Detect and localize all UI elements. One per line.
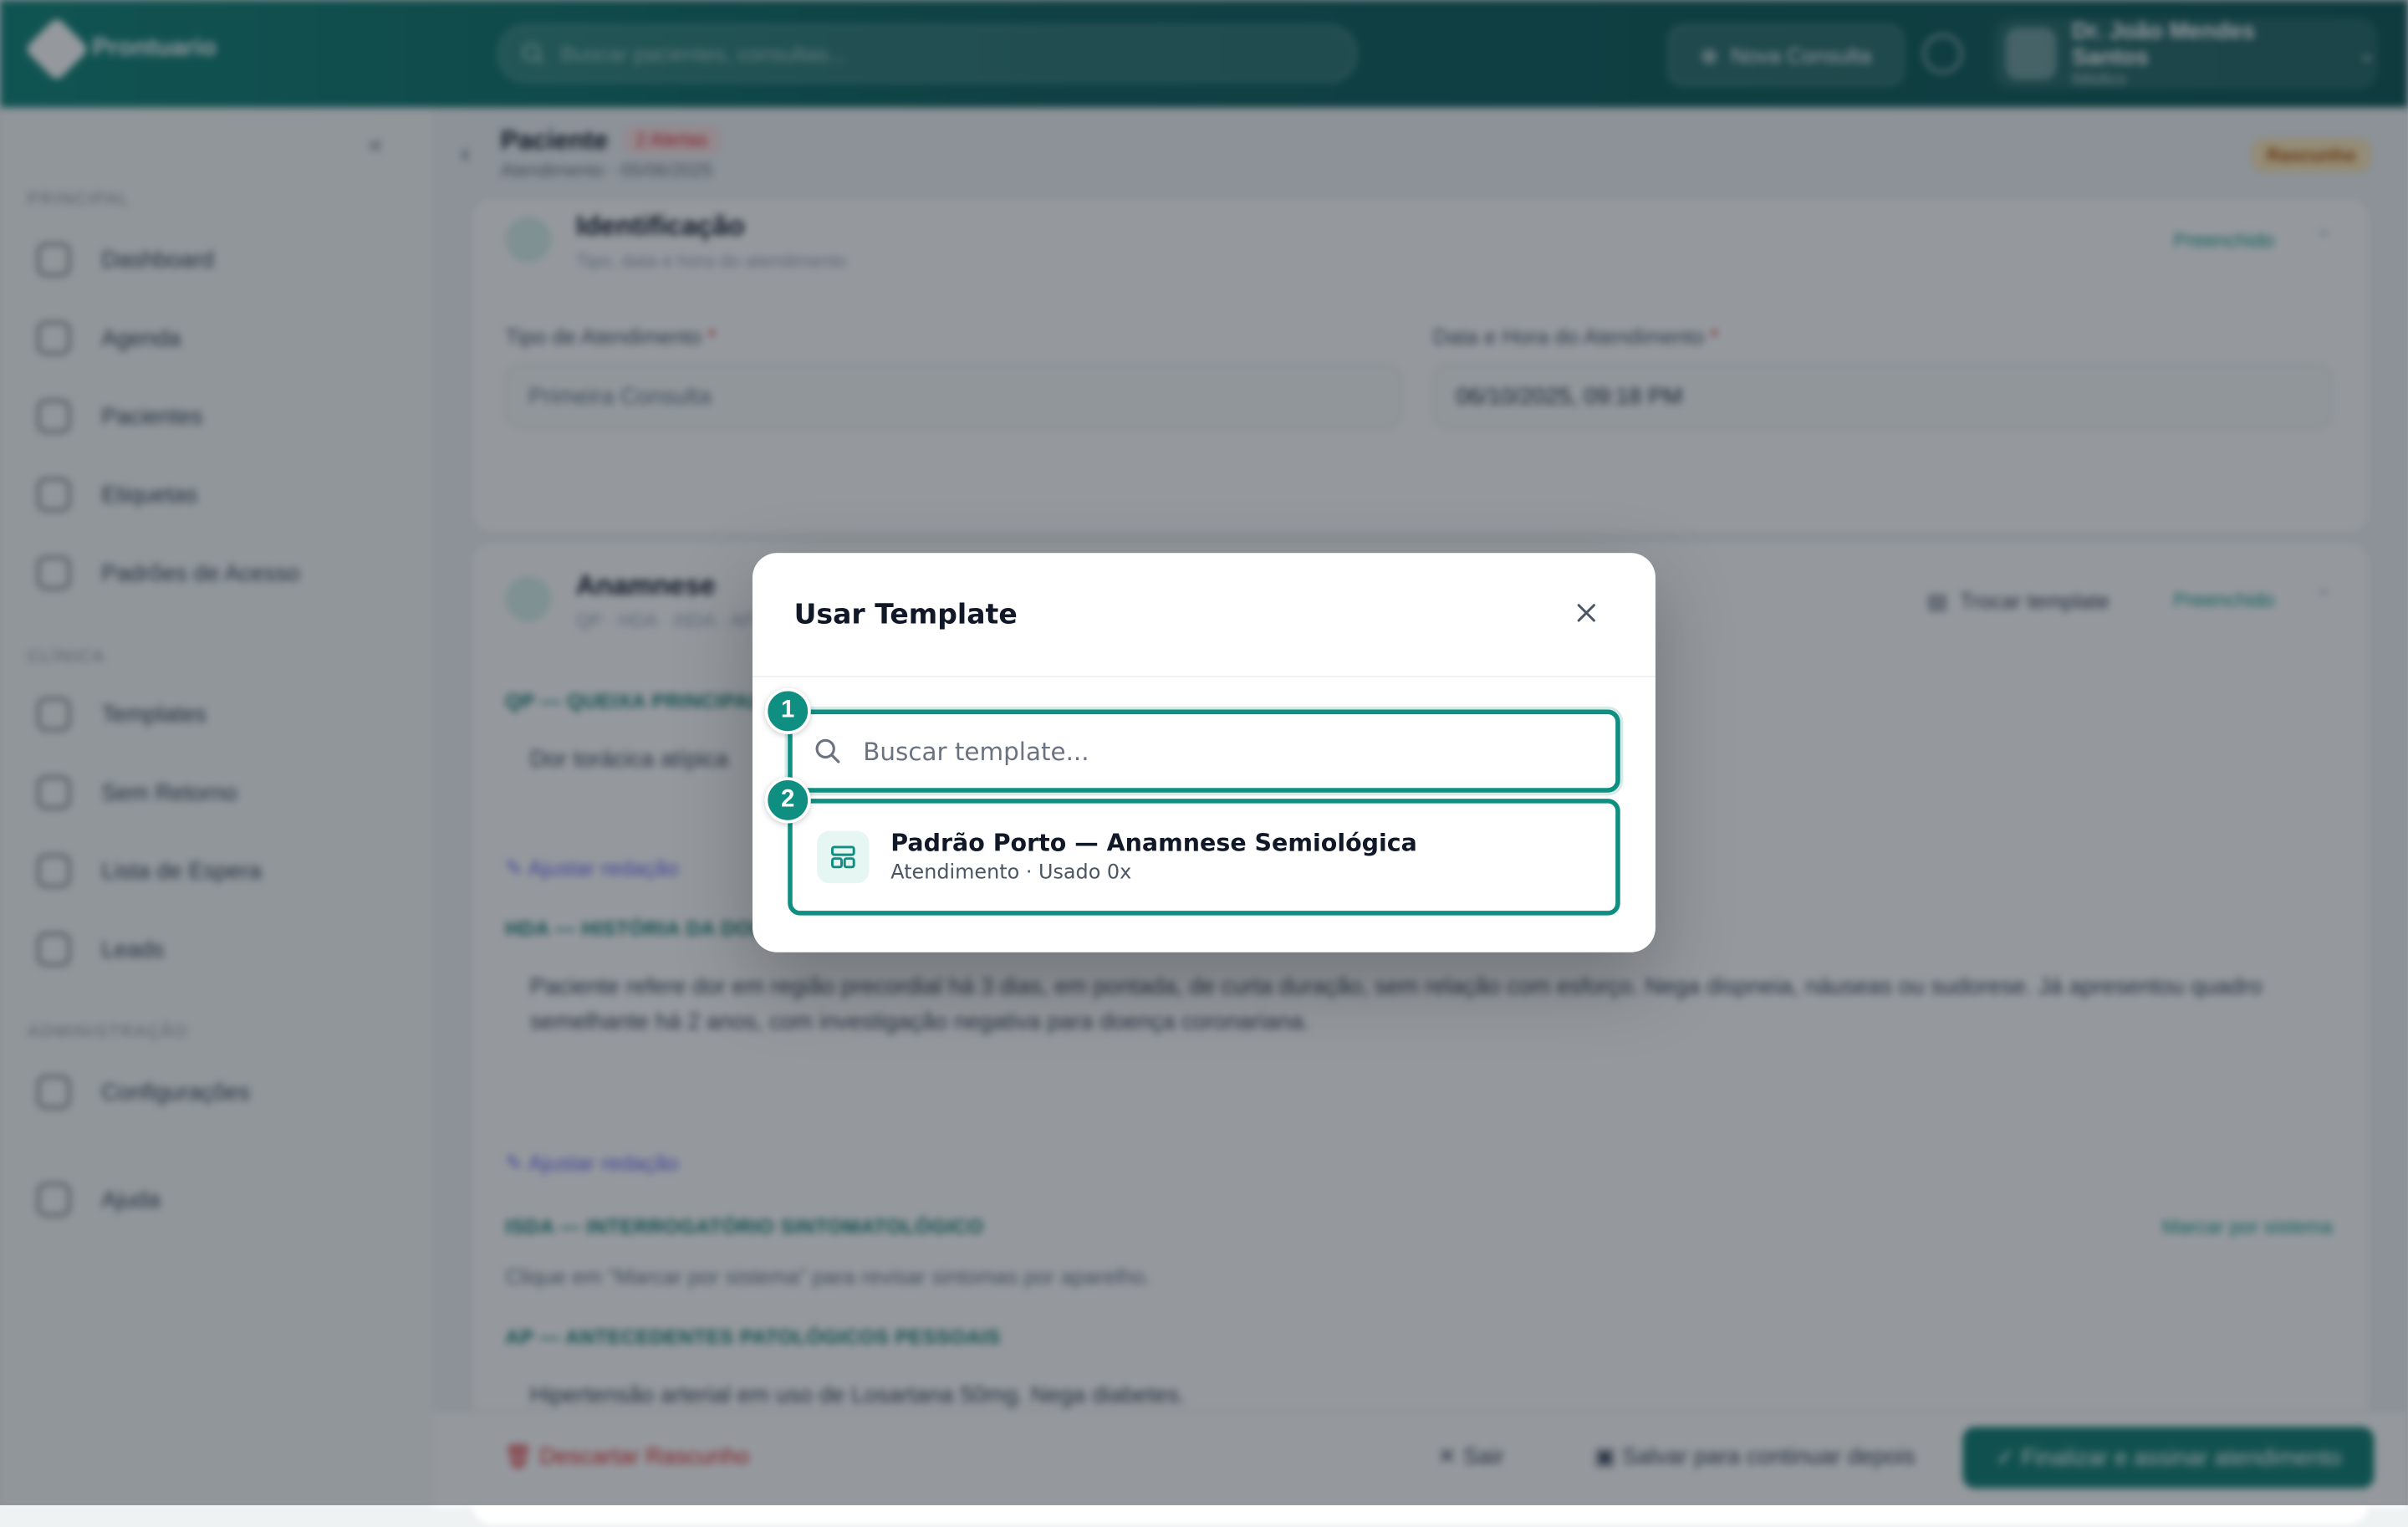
template-search-input[interactable] <box>860 734 1573 768</box>
template-name: Padrão Porto — Anamnese Semiológica <box>890 829 1417 857</box>
marker-badge-2: 2 <box>764 777 811 824</box>
marker-badge-1: 1 <box>764 687 811 734</box>
use-template-modal: Usar Template Padrão Porto — Anamnese Se… <box>752 553 1656 952</box>
close-modal-button[interactable] <box>1569 596 1603 630</box>
search-icon <box>815 738 840 764</box>
template-option[interactable]: Padrão Porto — Anamnese Semiológica Aten… <box>788 799 1620 916</box>
template-layout-icon <box>817 830 870 884</box>
template-meta: Atendimento · Usado 0x <box>890 861 1132 885</box>
modal-divider <box>752 676 1656 677</box>
template-search-field[interactable] <box>788 709 1620 793</box>
close-icon <box>1577 604 1595 622</box>
modal-title: Usar Template <box>793 599 1018 631</box>
